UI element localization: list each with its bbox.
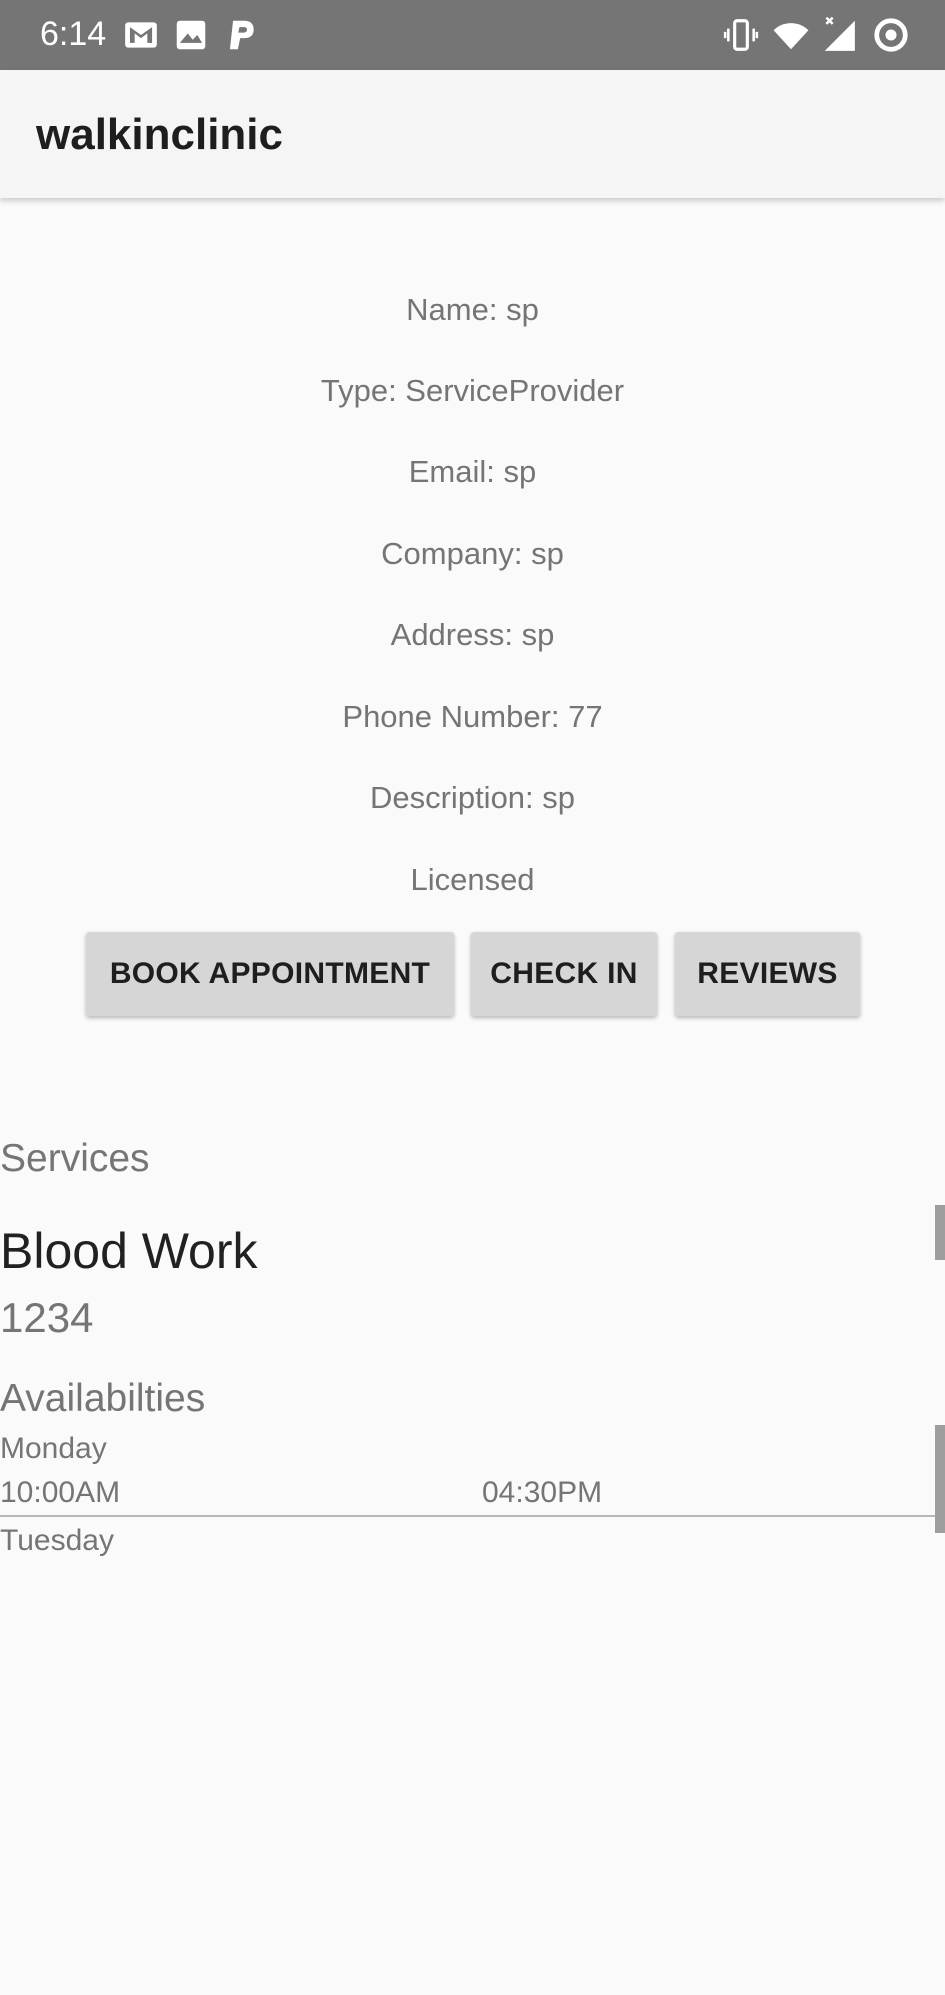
app-title: walkinclinic	[36, 110, 283, 159]
availability-divider	[0, 1515, 945, 1517]
availability-day: Tuesday	[0, 1524, 114, 1557]
profile-phone: Phone Number: 77	[342, 699, 603, 734]
sync-circle-icon	[874, 18, 908, 52]
profile-licensed: Licensed	[410, 862, 535, 897]
services-scrollbar[interactable]	[935, 1205, 945, 1260]
status-bar: 6:14	[0, 0, 945, 70]
profile-name: Name: sp	[406, 292, 539, 327]
vibrate-icon	[723, 19, 759, 51]
wifi-icon	[773, 23, 809, 50]
book-appointment-button[interactable]: BOOK APPOINTMENT	[86, 932, 454, 1016]
profile-address: Address: sp	[390, 617, 555, 652]
reviews-button[interactable]: REVIEWS	[675, 932, 860, 1016]
availabilities-heading: Availabilties	[0, 1377, 206, 1420]
p-notification-icon	[229, 20, 254, 50]
app-bar: walkinclinic	[0, 70, 945, 198]
availability-end-time: 04:30PM	[482, 1476, 603, 1509]
availability-start-time: 10:00AM	[0, 1476, 121, 1509]
check-in-button[interactable]: CHECK IN	[471, 932, 657, 1016]
cell-signal-icon	[824, 16, 855, 51]
profile-type: Type: ServiceProvider	[320, 373, 625, 408]
status-time: 6:14	[40, 15, 107, 53]
profile-company: Company: sp	[381, 536, 564, 571]
profile-email: Email: sp	[408, 454, 537, 489]
service-name[interactable]: Blood Work	[0, 1221, 258, 1281]
availability-day: Monday	[0, 1432, 107, 1465]
availabilities-scrollbar[interactable]	[935, 1425, 945, 1533]
gmail-icon	[125, 22, 157, 48]
service-price: 1234	[0, 1294, 94, 1341]
image-icon	[176, 20, 206, 50]
profile-description: Description: sp	[369, 780, 576, 815]
services-heading: Services	[0, 1137, 150, 1180]
